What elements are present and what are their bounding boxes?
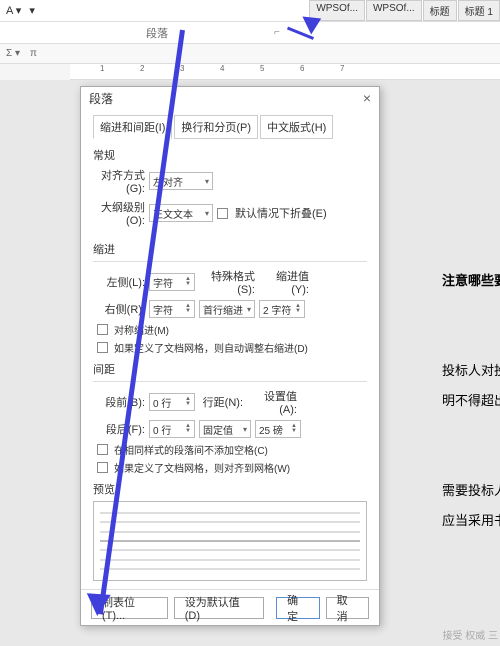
document-text: 需要投标人作 xyxy=(442,480,500,499)
snap-grid-checkbox[interactable] xyxy=(97,462,108,473)
after-spinner[interactable]: 0 行▲▼ xyxy=(149,420,195,438)
tab-line-page-breaks[interactable]: 换行和分页(P) xyxy=(174,115,258,139)
chevron-down-icon: ▾ xyxy=(205,177,209,186)
mirror-checkbox[interactable] xyxy=(97,324,108,335)
outline-select[interactable]: 正文文本▾ xyxy=(149,204,213,222)
auto-right-indent-label: 如果定义了文档网格，则自动调整右缩进(D) xyxy=(114,340,308,355)
dialog-tabs: 缩进和间距(I) 换行和分页(P) 中文版式(H) xyxy=(93,115,367,139)
section-spacing: 间距 xyxy=(93,361,367,377)
auto-right-indent-checkbox[interactable] xyxy=(97,342,108,353)
ok-button[interactable]: 确定 xyxy=(276,597,319,619)
pi-icon[interactable]: π xyxy=(30,48,37,59)
style-tab[interactable]: 标题 1 xyxy=(458,0,500,21)
ruler-tick: 5 xyxy=(260,64,264,73)
by-spinner[interactable]: 2 字符▲▼ xyxy=(259,300,305,318)
ruler-tick: 1 xyxy=(100,64,104,73)
style-tab[interactable]: 标题 xyxy=(423,0,457,21)
tab-indent-spacing[interactable]: 缩进和间距(I) xyxy=(93,115,172,139)
document-text: 注意哪些要点 xyxy=(442,270,500,289)
highlight-icon[interactable]: ▾ xyxy=(27,4,37,17)
right-indent-label: 右侧(R): xyxy=(93,301,145,317)
outline-label: 大纲级别(O): xyxy=(93,199,145,227)
font-color-icon[interactable]: A ▾ xyxy=(4,4,23,17)
collapse-label: 默认情况下折叠(E) xyxy=(235,205,327,221)
ribbon-group-row: 段落 ⌐ xyxy=(0,22,500,44)
set-default-button[interactable]: 设为默认值(D) xyxy=(174,597,264,619)
group-label-paragraph: 段落 xyxy=(146,25,168,41)
right-indent-spinner[interactable]: 字符▲▼ xyxy=(149,300,195,318)
dialog-title: 段落 xyxy=(89,90,113,107)
ruler-tick: 4 xyxy=(220,64,224,73)
at-spinner[interactable]: 25 磅▲▼ xyxy=(255,420,301,438)
style-tabs: WPSOf... WPSOf... 标题 标题 1 xyxy=(309,0,500,21)
special-label: 特殊格式(S): xyxy=(199,268,255,296)
line-spacing-select[interactable]: 固定值▾ xyxy=(199,420,251,438)
dialog-launcher-icon[interactable]: ⌐ xyxy=(274,27,280,38)
section-general: 常规 xyxy=(93,147,367,163)
line-spacing-label: 行距(N): xyxy=(199,394,243,410)
section-preview: 预览 xyxy=(93,481,367,497)
after-label: 段后(F): xyxy=(93,421,145,437)
close-icon[interactable]: × xyxy=(363,90,371,106)
left-indent-spinner[interactable]: 字符▲▼ xyxy=(149,273,195,291)
section-indent: 缩进 xyxy=(93,241,367,257)
sum-icon[interactable]: Σ ▾ xyxy=(6,48,20,59)
document-text: 应当采用书面 xyxy=(442,510,500,529)
tab-asian-typography[interactable]: 中文版式(H) xyxy=(260,115,333,139)
cancel-button[interactable]: 取消 xyxy=(326,597,369,619)
snap-grid-label: 如果定义了文档网格，则对齐到网格(W) xyxy=(114,460,290,475)
dialog-titlebar: 段落 × xyxy=(81,87,379,109)
paragraph-dialog: 段落 × 缩进和间距(I) 换行和分页(P) 中文版式(H) 常规 对齐方式(G… xyxy=(80,86,380,626)
ruler-tick: 2 xyxy=(140,64,144,73)
mirror-label: 对称缩进(M) xyxy=(114,322,169,337)
horizontal-ruler[interactable]: 1 2 3 4 5 6 7 xyxy=(70,64,500,80)
ruler-tick: 6 xyxy=(300,64,304,73)
document-text: 投标人对投标 xyxy=(442,360,500,379)
collapse-checkbox[interactable] xyxy=(217,208,228,219)
same-style-checkbox[interactable] xyxy=(97,444,108,455)
ruler-tick: 7 xyxy=(340,64,344,73)
left-indent-label: 左侧(L): xyxy=(93,274,145,290)
style-tab[interactable]: WPSOf... xyxy=(366,0,422,21)
style-tab[interactable]: WPSOf... xyxy=(309,0,365,21)
formula-bar: Σ ▾ π xyxy=(0,44,500,64)
before-label: 段前(B): xyxy=(93,394,145,410)
at-label: 设置值(A): xyxy=(247,388,297,416)
ruler-tick: 3 xyxy=(180,64,184,73)
same-style-label: 在相同样式的段落间不添加空格(C) xyxy=(114,442,268,457)
before-spinner[interactable]: 0 行▲▼ xyxy=(149,393,195,411)
alignment-select[interactable]: 左对齐▾ xyxy=(149,172,213,190)
special-select[interactable]: 首行缩进▾ xyxy=(199,300,255,318)
chevron-down-icon: ▾ xyxy=(205,209,209,218)
document-text: 明不得超出投 xyxy=(442,390,500,409)
alignment-label: 对齐方式(G): xyxy=(93,167,145,195)
tabs-button[interactable]: 制表位(T)... xyxy=(91,597,168,619)
watermark: 接受 权威 三 xyxy=(442,627,498,642)
by-label: 缩进值(Y): xyxy=(259,268,309,296)
format-toolbar: A ▾ ▾ WPSOf... WPSOf... 标题 标题 1 xyxy=(0,0,500,22)
dialog-footer: 制表位(T)... 设为默认值(D) 确定 取消 xyxy=(81,589,379,625)
preview-box xyxy=(93,501,367,581)
